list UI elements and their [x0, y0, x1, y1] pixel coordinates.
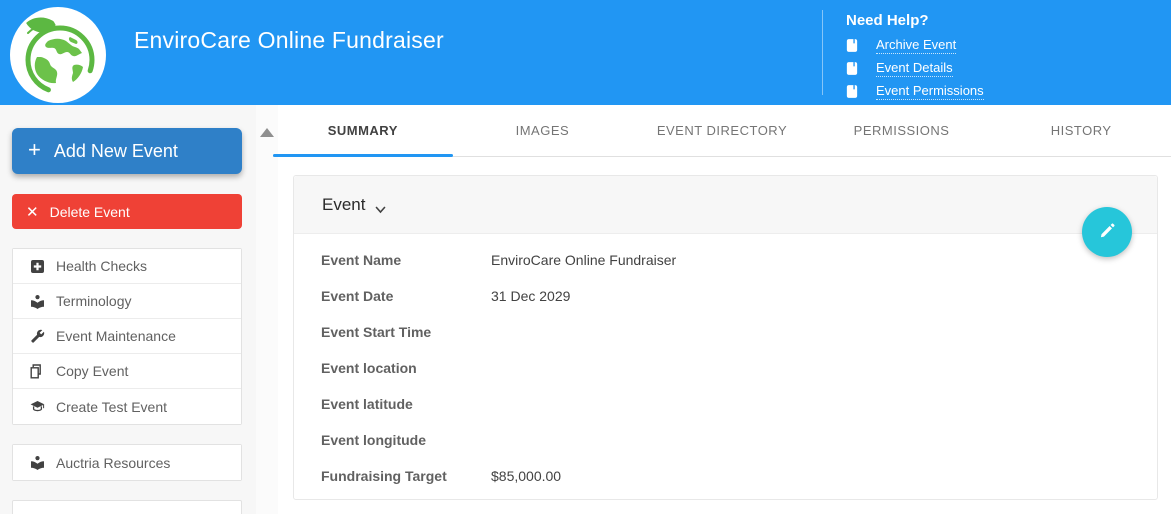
sidebar-item-label: Terminology — [56, 293, 131, 309]
pencil-icon — [1098, 222, 1116, 243]
field-value: 31 Dec 2029 — [491, 288, 570, 304]
field-label: Event latitude — [321, 396, 491, 412]
sidebar-menu: Health Checks Terminology Event Maintena… — [12, 248, 242, 425]
help-panel: Need Help? Archive Event Event Details E… — [822, 10, 1171, 95]
sidebar-item-partial — [13, 501, 241, 514]
delete-event-label: Delete Event — [50, 204, 130, 220]
help-link-label[interactable]: Event Permissions — [876, 83, 984, 100]
sidebar-item-create-test-event[interactable]: Create Test Event — [13, 389, 241, 424]
chevron-down-icon — [375, 201, 386, 209]
add-new-event-button[interactable]: + Add New Event — [12, 128, 242, 174]
sidebar-item-event-maintenance[interactable]: Event Maintenance — [13, 319, 241, 354]
sidebar-item-terminology[interactable]: Terminology — [13, 284, 241, 319]
sidebar-item-label: Auctria Resources — [56, 455, 170, 471]
field-row-event-location: Event location — [294, 350, 1157, 386]
sidebar-item-label: Create Test Event — [56, 399, 167, 415]
tab-history[interactable]: HISTORY — [991, 105, 1171, 156]
add-new-event-label: Add New Event — [54, 141, 178, 162]
book-icon — [846, 62, 858, 75]
tab-images[interactable]: IMAGES — [453, 105, 633, 156]
field-row-event-start-time: Event Start Time — [294, 314, 1157, 350]
close-x-icon: ✕ — [26, 203, 39, 221]
tab-event-directory[interactable]: EVENT DIRECTORY — [632, 105, 812, 156]
field-label: Event longitude — [321, 432, 491, 448]
help-link-archive-event[interactable]: Archive Event — [846, 37, 1171, 54]
tab-summary[interactable]: SUMMARY — [273, 105, 453, 156]
sidebar-item-auctria-resources[interactable]: Auctria Resources — [13, 445, 241, 480]
tab-permissions[interactable]: PERMISSIONS — [812, 105, 992, 156]
reader-book-icon — [30, 294, 45, 309]
delete-event-button[interactable]: ✕ Delete Event — [12, 194, 242, 229]
book-icon — [846, 39, 858, 52]
field-label: Fundraising Target — [321, 468, 491, 484]
field-row-event-latitude: Event latitude — [294, 386, 1157, 422]
field-label: Event Date — [321, 288, 491, 304]
health-plus-icon — [30, 259, 45, 274]
plus-icon: + — [28, 137, 41, 163]
edit-event-button[interactable] — [1082, 207, 1132, 257]
top-header: EnviroCare Online Fundraiser Need Help? … — [0, 0, 1171, 105]
sidebar-item-label: Health Checks — [56, 258, 147, 274]
field-row-event-date: Event Date 31 Dec 2029 — [294, 278, 1157, 314]
page-title: EnviroCare Online Fundraiser — [134, 27, 444, 54]
event-card-header[interactable]: Event — [294, 176, 1157, 234]
wrench-icon — [30, 329, 45, 344]
graduation-cap-icon — [30, 399, 45, 414]
tab-bar: SUMMARY IMAGES EVENT DIRECTORY PERMISSIO… — [273, 105, 1171, 157]
envirocare-globe-logo-icon — [10, 7, 106, 103]
field-row-event-name: Event Name EnviroCare Online Fundraiser — [294, 242, 1157, 278]
event-fields: Event Name EnviroCare Online Fundraiser … — [294, 234, 1157, 494]
app-window: EnviroCare Online Fundraiser Need Help? … — [0, 0, 1171, 514]
help-link-event-permissions[interactable]: Event Permissions — [846, 83, 1171, 100]
field-label: Event Start Time — [321, 324, 491, 340]
sidebar-item-copy-event[interactable]: Copy Event — [13, 354, 241, 389]
sidebar-item-label: Copy Event — [56, 363, 128, 379]
field-label: Event Name — [321, 252, 491, 268]
book-icon — [846, 85, 858, 98]
sidebar-collapse-gutter — [256, 105, 278, 514]
event-card-title: Event — [322, 195, 365, 215]
sidebar-resources-card: Auctria Resources — [12, 444, 242, 481]
copy-icon — [30, 364, 45, 379]
help-panel-title: Need Help? — [846, 12, 1171, 29]
field-value: $85,000.00 — [491, 468, 561, 484]
field-row-fundraising-target: Fundraising Target $85,000.00 — [294, 458, 1157, 494]
sidebar-partial-card — [12, 500, 242, 514]
sidebar-item-label: Event Maintenance — [56, 328, 176, 344]
left-sidebar: + Add New Event ✕ Delete Event Health Ch… — [0, 105, 256, 514]
field-row-event-longitude: Event longitude — [294, 422, 1157, 458]
help-link-event-details[interactable]: Event Details — [846, 60, 1171, 77]
help-link-label[interactable]: Archive Event — [876, 37, 956, 54]
reader-book-icon — [30, 455, 45, 470]
collapse-sidebar-arrow-icon[interactable] — [260, 128, 274, 137]
field-label: Event location — [321, 360, 491, 376]
main-content: SUMMARY IMAGES EVENT DIRECTORY PERMISSIO… — [278, 105, 1171, 514]
field-value: EnviroCare Online Fundraiser — [491, 252, 676, 268]
sidebar-item-health-checks[interactable]: Health Checks — [13, 249, 241, 284]
help-link-label[interactable]: Event Details — [876, 60, 953, 77]
event-summary-card: Event Event Name EnviroCare Online Fundr… — [293, 175, 1158, 500]
